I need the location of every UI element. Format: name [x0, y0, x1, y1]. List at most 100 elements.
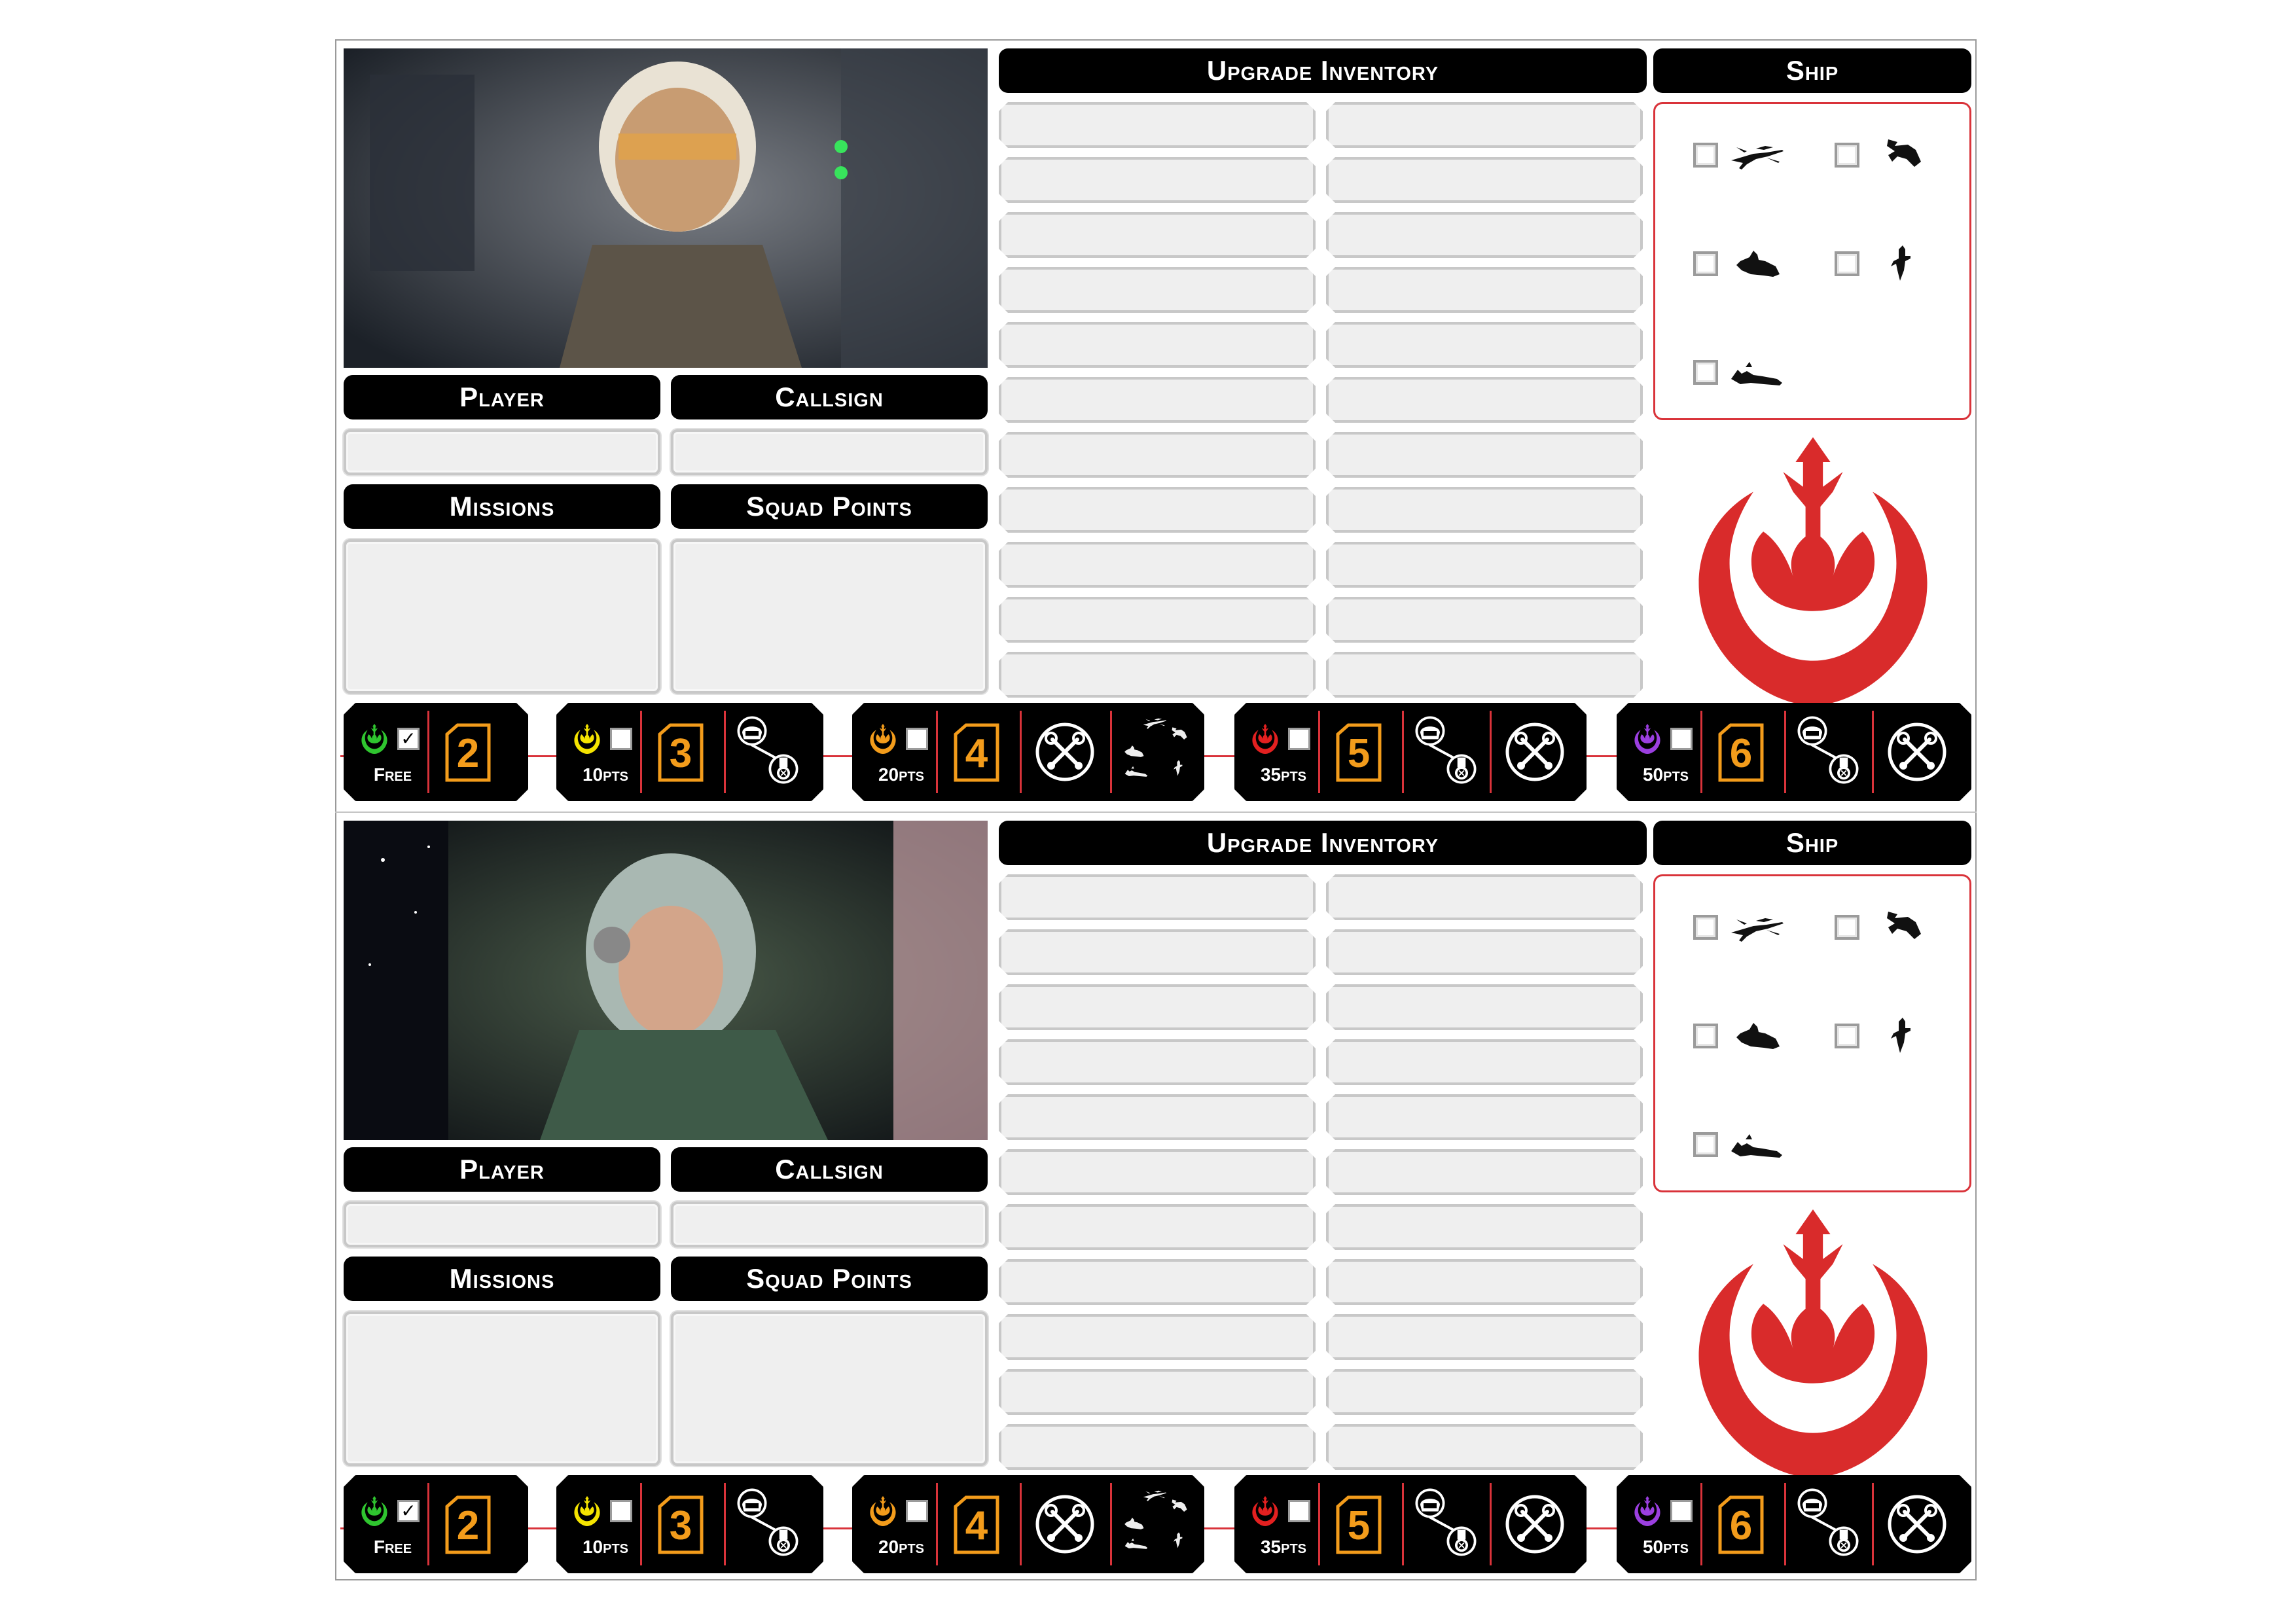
ship-checkbox[interactable] [1693, 915, 1718, 940]
ship-checkbox[interactable] [1835, 251, 1859, 276]
ship-checkbox[interactable] [1693, 1024, 1718, 1048]
ship-checkbox[interactable] [1693, 143, 1718, 168]
rank-separator [1020, 1483, 1022, 1565]
ship-option-x-wing[interactable] [1693, 908, 1786, 947]
upgrade-slot[interactable] [999, 542, 1316, 588]
rank-box: 20pts 4 [852, 1475, 1204, 1573]
upgrade-slot[interactable] [999, 1259, 1316, 1305]
rank-checkbox[interactable] [1288, 1500, 1310, 1522]
ship-option-a-wing[interactable] [1835, 1016, 1928, 1056]
upgrade-slot[interactable] [1326, 212, 1643, 258]
upgrade-slot[interactable] [999, 929, 1316, 975]
upgrade-slot[interactable] [999, 984, 1316, 1030]
upgrade-slot[interactable] [999, 1149, 1316, 1195]
ship-checkbox[interactable] [1693, 1132, 1718, 1157]
ship-checkbox[interactable] [1693, 360, 1718, 385]
rank-separator [1318, 711, 1320, 793]
upgrade-slot[interactable] [999, 487, 1316, 533]
ship-option-b-wing[interactable] [1835, 908, 1928, 947]
upgrade-slot[interactable] [1326, 984, 1643, 1030]
ship-checkbox[interactable] [1835, 1024, 1859, 1048]
upgrade-slot[interactable] [1326, 652, 1643, 698]
upgrade-slot[interactable] [1326, 1314, 1643, 1360]
upgrade-slot[interactable] [999, 432, 1316, 478]
upgrade-slot[interactable] [999, 102, 1316, 148]
ship-unlock-icons [1118, 1486, 1190, 1564]
callsign-field[interactable] [671, 429, 988, 475]
rank-checkbox[interactable] [610, 728, 632, 750]
upgrade-slot[interactable] [999, 1094, 1316, 1140]
ship-header: Ship [1653, 48, 1971, 93]
upgrade-slot[interactable] [999, 874, 1316, 920]
rank-checkbox[interactable] [1670, 728, 1693, 750]
upgrade-slot[interactable] [1326, 1204, 1643, 1250]
rank-number: 5 [1347, 1503, 1371, 1548]
upgrade-slot[interactable] [1326, 267, 1643, 313]
squad-points-field[interactable] [671, 1311, 988, 1466]
rank-checkbox[interactable] [906, 1500, 928, 1522]
upgrade-slot[interactable] [999, 157, 1316, 203]
missions-field[interactable] [344, 539, 660, 694]
callsign-field[interactable] [671, 1202, 988, 1247]
upgrade-slot[interactable] [1326, 487, 1643, 533]
rank-box: 35pts 5 [1234, 703, 1587, 801]
upgrade-slot[interactable] [1326, 1149, 1643, 1195]
rank-checkbox[interactable]: ✓ [397, 1500, 420, 1522]
rank-cost-label: 35pts [1260, 764, 1307, 785]
missions-field[interactable] [344, 1311, 660, 1466]
u-wing-icon [1727, 1125, 1786, 1164]
upgrade-slot[interactable] [1326, 102, 1643, 148]
upgrade-slot[interactable] [1326, 1039, 1643, 1085]
ship-option-y-wing[interactable] [1693, 244, 1786, 283]
upgrade-slot[interactable] [999, 1204, 1316, 1250]
rank-checkbox[interactable] [1670, 1500, 1693, 1522]
ship-unlock-icons [1118, 713, 1190, 792]
upgrade-slot[interactable] [1326, 377, 1643, 423]
upgrade-slot[interactable] [999, 377, 1316, 423]
upgrade-slot[interactable] [1326, 1094, 1643, 1140]
ship-checkbox[interactable] [1835, 915, 1859, 940]
rank-box: ✓ Free 2 [344, 703, 528, 801]
rank-checkbox[interactable]: ✓ [397, 728, 420, 750]
upgrade-slot[interactable] [1326, 322, 1643, 368]
ship-option-u-wing[interactable] [1693, 353, 1786, 392]
pilot-helmet-icon [1414, 715, 1446, 747]
upgrade-slot[interactable] [999, 1424, 1316, 1470]
upgrade-slot[interactable] [999, 652, 1316, 698]
ship-option-x-wing[interactable] [1693, 135, 1786, 175]
upgrade-slot[interactable] [999, 212, 1316, 258]
upgrade-slot[interactable] [999, 1039, 1316, 1085]
upgrade-slot[interactable] [1326, 1369, 1643, 1415]
upgrade-slot[interactable] [1326, 929, 1643, 975]
rank-emblem-icon [868, 1496, 898, 1526]
upgrade-slot[interactable] [1326, 874, 1643, 920]
ship-option-b-wing[interactable] [1835, 135, 1928, 175]
squad-points-field[interactable] [671, 539, 988, 694]
upgrade-slot[interactable] [999, 267, 1316, 313]
upgrade-slot[interactable] [1326, 1424, 1643, 1470]
rank-checkbox[interactable] [906, 728, 928, 750]
y-wing-icon [1727, 1016, 1786, 1056]
upgrade-slot[interactable] [999, 1314, 1316, 1360]
upgrade-slot[interactable] [999, 322, 1316, 368]
player-field[interactable] [344, 429, 660, 475]
rank-unlock: 35pts [1245, 1496, 1310, 1561]
ship-option-y-wing[interactable] [1693, 1016, 1786, 1056]
ship-option-u-wing[interactable] [1693, 1125, 1786, 1164]
upgrade-slot[interactable] [999, 1369, 1316, 1415]
upgrade-slot[interactable] [1326, 432, 1643, 478]
ship-checkbox[interactable] [1693, 251, 1718, 276]
rank-emblem-icon [1632, 1496, 1662, 1526]
missions-header: Missions [344, 1257, 660, 1301]
rank-checkbox[interactable] [610, 1500, 632, 1522]
upgrade-slot[interactable] [1326, 157, 1643, 203]
upgrade-slot[interactable] [1326, 597, 1643, 643]
upgrade-slot[interactable] [999, 597, 1316, 643]
rank-checkbox[interactable] [1288, 728, 1310, 750]
ship-checkbox[interactable] [1835, 143, 1859, 168]
pilot-helmet-icon [1796, 1487, 1829, 1520]
ship-option-a-wing[interactable] [1835, 244, 1928, 283]
upgrade-slot[interactable] [1326, 1259, 1643, 1305]
player-field[interactable] [344, 1202, 660, 1247]
upgrade-slot[interactable] [1326, 542, 1643, 588]
